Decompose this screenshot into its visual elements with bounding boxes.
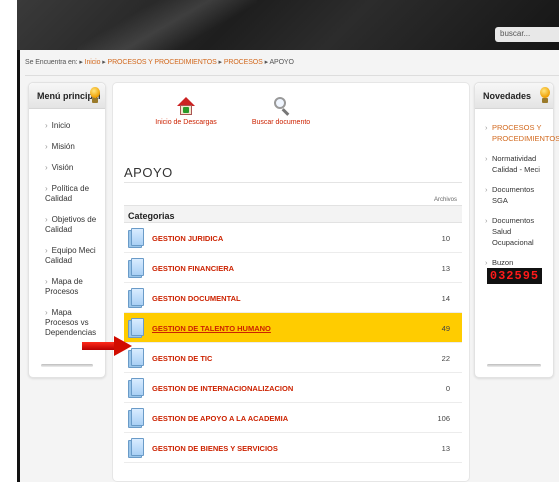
lightbulb-icon — [89, 87, 101, 104]
folder-icon — [128, 288, 144, 308]
folder-icon — [128, 258, 144, 278]
category-row[interactable]: GESTION JURIDICA 10 — [124, 223, 462, 253]
sidebar-item-vision[interactable]: › Visión — [45, 163, 105, 173]
breadcrumb-separator: ▸ — [264, 59, 269, 66]
folder-icon — [128, 228, 144, 248]
category-file-count: 14 — [441, 294, 450, 303]
breadcrumb-link-inicio[interactable]: Inicio — [85, 59, 101, 66]
category-row[interactable]: GESTION DE TIC 22 — [124, 343, 462, 373]
visit-counter: 032595 — [487, 268, 542, 284]
category-row[interactable]: GESTION DOCUMENTAL 14 — [124, 283, 462, 313]
folder-icon — [128, 408, 144, 428]
magnifier-icon — [272, 97, 290, 116]
breadcrumb-link-procesos-y-procedimientos[interactable]: PROCESOS Y PROCEDIMIENTOS — [108, 59, 217, 66]
breadcrumb-link-procesos[interactable]: PROCESOS — [224, 59, 263, 66]
sidebar-item-equipo-meci[interactable]: › Equipo Meci Calidad — [45, 246, 105, 266]
site-header: buscar... ⌕ — [17, 0, 559, 50]
category-name[interactable]: GESTION DOCUMENTAL — [152, 294, 241, 303]
lightbulb-icon — [539, 87, 551, 104]
category-file-count: 10 — [441, 234, 450, 243]
novedades-item-salud-ocupacional[interactable]: › Documentos Salud Ocupacional — [485, 215, 547, 248]
category-name[interactable]: GESTION DE TIC — [152, 354, 212, 363]
breadcrumb-separator: ▸ — [218, 59, 223, 66]
panel-footer-bar — [487, 364, 541, 367]
category-name[interactable]: GESTION DE BIENES Y SERVICIOS — [152, 444, 278, 453]
home-download-icon — [177, 97, 195, 115]
novedades-header: Novedades — [475, 83, 553, 109]
breadcrumb-prefix: Se Encuentra en: — [25, 59, 78, 66]
sidebar-item-objetivos-calidad[interactable]: › Objetivos de Calidad — [45, 215, 105, 235]
sidebar-item-mision[interactable]: › Misión — [45, 142, 105, 152]
category-name[interactable]: GESTION FINANCIERA — [152, 264, 234, 273]
breadcrumb-separator: ▸ — [102, 59, 106, 66]
sidebar-item-mapa-procesos[interactable]: › Mapa de Procesos — [45, 277, 105, 297]
novedades-item-documentos-sga[interactable]: › Documentos SGA — [485, 184, 547, 206]
categories-header-label: Categorias — [128, 211, 175, 221]
novedades-panel: Novedades › PROCESOS Y PROCEDIMIENTOS › No… — [474, 82, 559, 378]
category-row[interactable]: GESTION DE INTERNACIONALIZACION 0 — [124, 373, 462, 403]
category-file-count: 13 — [441, 264, 450, 273]
red-arrow-icon — [82, 336, 134, 356]
descargas-home-link[interactable]: Inicio de Descargas — [151, 97, 221, 126]
descargas-home-label: Inicio de Descargas — [155, 119, 217, 126]
column-header-archivos: Archivos — [433, 197, 457, 203]
novedades-title: Novedades — [483, 91, 532, 101]
buscar-documento-label: Buscar documento — [251, 119, 311, 126]
categories-header: Categorias — [124, 205, 462, 223]
divider — [124, 182, 462, 183]
category-name[interactable]: GESTION JURIDICA — [152, 234, 223, 243]
sidebar-header: Menú principal — [29, 83, 105, 109]
folder-icon — [128, 318, 144, 338]
panel-footer-bar — [41, 364, 93, 367]
category-row[interactable]: GESTION FINANCIERA 13 — [124, 253, 462, 283]
category-file-count: 13 — [441, 444, 450, 453]
section-title: APOYO — [124, 165, 173, 180]
category-name[interactable]: GESTION DE TALENTO HUMANO — [152, 324, 271, 333]
breadcrumb: Se Encuentra en: ▸ Inicio ▸ PROCESOS Y P… — [25, 58, 294, 66]
category-name[interactable]: GESTION DE APOYO A LA ACADEMIA — [152, 414, 288, 423]
novedades-item-normatividad[interactable]: › Normatividad Calidad - Meci — [485, 153, 547, 175]
sidebar-item-inicio[interactable]: › Inicio — [45, 121, 105, 131]
sidebar-list: › Inicio › Misión › Visión › Política de Cal… — [29, 109, 105, 338]
folder-icon — [128, 438, 144, 458]
category-row[interactable]: GESTION DE APOYO A LA ACADEMIA 106 — [124, 403, 462, 433]
category-file-count: 106 — [437, 414, 450, 423]
breadcrumb-current: APOYO — [269, 59, 294, 66]
sidebar-item-mapa-procesos-dependencias[interactable]: › Mapa Procesos vs Dependencias — [45, 308, 105, 338]
divider — [25, 75, 559, 76]
main-content: Inicio de Descargas Buscar documento APO… — [112, 82, 470, 482]
category-file-count: 22 — [441, 354, 450, 363]
search-input[interactable]: buscar... — [495, 27, 559, 42]
breadcrumb-separator: ▸ — [79, 59, 83, 66]
buscar-documento-link[interactable]: Buscar documento — [246, 97, 316, 126]
category-file-count: 49 — [441, 324, 450, 333]
novedades-item-buzon[interactable]: › Buzon — [485, 257, 547, 268]
sidebar-item-politica-calidad[interactable]: › Política de Calidad — [45, 184, 105, 204]
category-list: GESTION JURIDICA 10 GESTION FINANCIERA 1… — [124, 223, 462, 463]
sidebar-menu: Menú principal › Inicio › Misión › Visión ›… — [28, 82, 106, 378]
novedades-list: › PROCESOS Y PROCEDIMIENTOS › Normatividad… — [475, 109, 559, 268]
category-row[interactable]: GESTION DE BIENES Y SERVICIOS 13 — [124, 433, 462, 463]
novedades-item-procesos[interactable]: › PROCESOS Y PROCEDIMIENTOS — [485, 122, 559, 144]
category-name[interactable]: GESTION DE INTERNACIONALIZACION — [152, 384, 293, 393]
category-file-count: 0 — [445, 384, 450, 393]
folder-icon — [128, 378, 144, 398]
category-row-selected[interactable]: GESTION DE TALENTO HUMANO 49 — [124, 313, 462, 343]
